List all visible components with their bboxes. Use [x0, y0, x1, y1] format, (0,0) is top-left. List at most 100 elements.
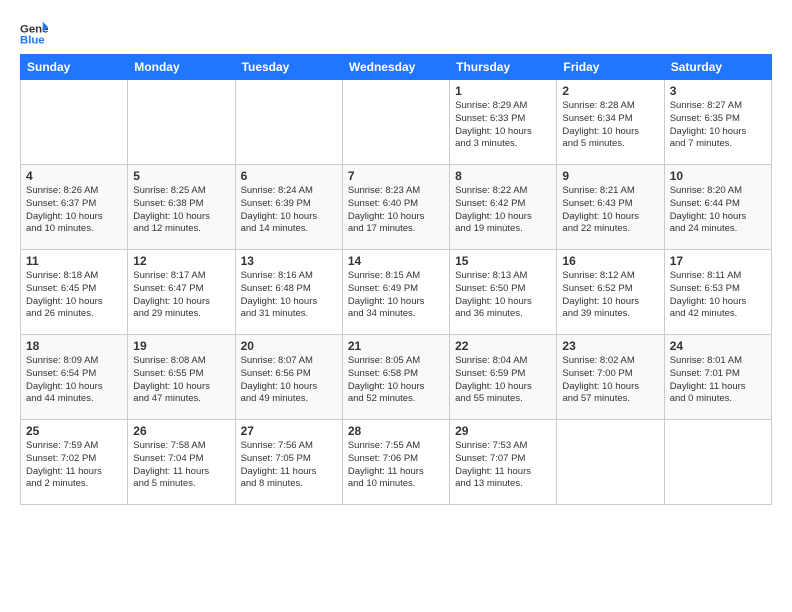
day-number: 20 [241, 339, 337, 353]
calendar-cell: 14 Sunrise: 8:15 AMSunset: 6:49 PMDayligh… [342, 250, 449, 335]
day-number: 29 [455, 424, 551, 438]
day-number: 25 [26, 424, 122, 438]
cell-content: Sunrise: 8:01 AMSunset: 7:01 PMDaylight:… [670, 355, 766, 406]
cell-content: Sunrise: 7:53 AMSunset: 7:07 PMDaylight:… [455, 440, 551, 491]
day-number: 3 [670, 84, 766, 98]
calendar-week-3: 11Sunrise: 8:18 AMSunset: 6:45 PMDayligh… [21, 250, 772, 335]
cell-content: Sunrise: 8:23 AMSunset: 6:40 PMDaylight:… [348, 185, 444, 236]
day-number: 21 [348, 339, 444, 353]
calendar-cell: 12 Sunrise: 8:17 AMSunset: 6:47 PMDayligh… [128, 250, 235, 335]
day-number: 9 [562, 169, 658, 183]
calendar-cell: 20 Sunrise: 8:07 AMSunset: 6:56 PMDayligh… [235, 335, 342, 420]
cell-content: Sunrise: 7:59 AMSunset: 7:02 PMDaylight:… [26, 440, 122, 491]
calendar-cell [128, 80, 235, 165]
cell-content: Sunrise: 7:55 AMSunset: 7:06 PMDaylight:… [348, 440, 444, 491]
day-number: 11 [26, 254, 122, 268]
cell-content: Sunrise: 8:21 AMSunset: 6:43 PMDaylight:… [562, 185, 658, 236]
cell-content: Sunrise: 8:25 AMSunset: 6:38 PMDaylight:… [133, 185, 229, 236]
day-number: 17 [670, 254, 766, 268]
cell-content: Sunrise: 8:02 AMSunset: 7:00 PMDaylight:… [562, 355, 658, 406]
day-header-friday: Friday [557, 55, 664, 80]
calendar-cell: 27Sunrise: 7:56 AMSunset: 7:05 PMDayligh… [235, 420, 342, 505]
day-number: 23 [562, 339, 658, 353]
calendar-cell: 6Sunrise: 8:24 AMSunset: 6:39 PMDaylight… [235, 165, 342, 250]
cell-content: Sunrise: 8:11 AMSunset: 6:53 PMDaylight:… [670, 270, 766, 321]
calendar-cell [557, 420, 664, 505]
day-number: 8 [455, 169, 551, 183]
calendar-cell: 23 Sunrise: 8:02 AMSunset: 7:00 PMDayligh… [557, 335, 664, 420]
calendar-cell: 10Sunrise: 8:20 AMSunset: 6:44 PMDayligh… [664, 165, 771, 250]
calendar-cell: 29 Sunrise: 7:53 AMSunset: 7:07 PMDayligh… [450, 420, 557, 505]
calendar-cell [342, 80, 449, 165]
cell-content: Sunrise: 7:56 AMSunset: 7:05 PMDaylight:… [241, 440, 337, 491]
calendar-cell: 3 Sunrise: 8:27 AMSunset: 6:35 PMDaylight… [664, 80, 771, 165]
cell-content: Sunrise: 8:13 AMSunset: 6:50 PMDaylight:… [455, 270, 551, 321]
calendar-cell: 7 Sunrise: 8:23 AMSunset: 6:40 PMDaylight… [342, 165, 449, 250]
day-number: 10 [670, 169, 766, 183]
day-header-tuesday: Tuesday [235, 55, 342, 80]
calendar-cell: 16 Sunrise: 8:12 AMSunset: 6:52 PMDayligh… [557, 250, 664, 335]
day-number: 7 [348, 169, 444, 183]
calendar-week-4: 18 Sunrise: 8:09 AMSunset: 6:54 PMDayligh… [21, 335, 772, 420]
cell-content: Sunrise: 8:28 AMSunset: 6:34 PMDaylight:… [562, 100, 658, 151]
calendar-cell: 21 Sunrise: 8:05 AMSunset: 6:58 PMDayligh… [342, 335, 449, 420]
day-number: 22 [455, 339, 551, 353]
days-header-row: SundayMondayTuesdayWednesdayThursdayFrid… [21, 55, 772, 80]
day-number: 16 [562, 254, 658, 268]
calendar-cell: 1 Sunrise: 8:29 AMSunset: 6:33 PMDaylight… [450, 80, 557, 165]
calendar-week-2: 4Sunrise: 8:26 AMSunset: 6:37 PMDaylight… [21, 165, 772, 250]
calendar-cell: 28 Sunrise: 7:55 AMSunset: 7:06 PMDayligh… [342, 420, 449, 505]
calendar-cell: 19Sunrise: 8:08 AMSunset: 6:55 PMDayligh… [128, 335, 235, 420]
calendar-cell: 26 Sunrise: 7:58 AMSunset: 7:04 PMDayligh… [128, 420, 235, 505]
calendar-cell: 24 Sunrise: 8:01 AMSunset: 7:01 PMDayligh… [664, 335, 771, 420]
day-number: 12 [133, 254, 229, 268]
cell-content: Sunrise: 8:15 AMSunset: 6:49 PMDaylight:… [348, 270, 444, 321]
cell-content: Sunrise: 8:24 AMSunset: 6:39 PMDaylight:… [241, 185, 337, 236]
day-header-wednesday: Wednesday [342, 55, 449, 80]
svg-text:Blue: Blue [20, 35, 45, 47]
calendar-cell: 11Sunrise: 8:18 AMSunset: 6:45 PMDayligh… [21, 250, 128, 335]
calendar-cell: 25 Sunrise: 7:59 AMSunset: 7:02 PMDayligh… [21, 420, 128, 505]
day-header-thursday: Thursday [450, 55, 557, 80]
day-number: 28 [348, 424, 444, 438]
day-number: 2 [562, 84, 658, 98]
cell-content: Sunrise: 8:05 AMSunset: 6:58 PMDaylight:… [348, 355, 444, 406]
day-number: 1 [455, 84, 551, 98]
cell-content: Sunrise: 8:09 AMSunset: 6:54 PMDaylight:… [26, 355, 122, 406]
cell-content: Sunrise: 8:16 AMSunset: 6:48 PMDaylight:… [241, 270, 337, 321]
cell-content: Sunrise: 8:29 AMSunset: 6:33 PMDaylight:… [455, 100, 551, 151]
cell-content: Sunrise: 7:58 AMSunset: 7:04 PMDaylight:… [133, 440, 229, 491]
calendar-cell: 15 Sunrise: 8:13 AMSunset: 6:50 PMDayligh… [450, 250, 557, 335]
day-number: 19 [133, 339, 229, 353]
day-number: 24 [670, 339, 766, 353]
calendar-cell: 13 Sunrise: 8:16 AMSunset: 6:48 PMDayligh… [235, 250, 342, 335]
cell-content: Sunrise: 8:22 AMSunset: 6:42 PMDaylight:… [455, 185, 551, 236]
calendar-week-5: 25 Sunrise: 7:59 AMSunset: 7:02 PMDayligh… [21, 420, 772, 505]
day-header-monday: Monday [128, 55, 235, 80]
calendar-week-1: 1 Sunrise: 8:29 AMSunset: 6:33 PMDaylight… [21, 80, 772, 165]
calendar-cell: 22 Sunrise: 8:04 AMSunset: 6:59 PMDayligh… [450, 335, 557, 420]
day-number: 26 [133, 424, 229, 438]
day-number: 18 [26, 339, 122, 353]
day-number: 13 [241, 254, 337, 268]
calendar-cell: 5Sunrise: 8:25 AMSunset: 6:38 PMDaylight… [128, 165, 235, 250]
cell-content: Sunrise: 8:04 AMSunset: 6:59 PMDaylight:… [455, 355, 551, 406]
calendar-cell [664, 420, 771, 505]
calendar-cell: 9 Sunrise: 8:21 AMSunset: 6:43 PMDaylight… [557, 165, 664, 250]
calendar-cell [235, 80, 342, 165]
calendar-cell [21, 80, 128, 165]
cell-content: Sunrise: 8:17 AMSunset: 6:47 PMDaylight:… [133, 270, 229, 321]
calendar-table: SundayMondayTuesdayWednesdayThursdayFrid… [20, 54, 772, 505]
cell-content: Sunrise: 8:12 AMSunset: 6:52 PMDaylight:… [562, 270, 658, 321]
cell-content: Sunrise: 8:07 AMSunset: 6:56 PMDaylight:… [241, 355, 337, 406]
day-number: 4 [26, 169, 122, 183]
logo-icon: General Blue [20, 20, 48, 48]
calendar-cell: 2 Sunrise: 8:28 AMSunset: 6:34 PMDaylight… [557, 80, 664, 165]
day-number: 15 [455, 254, 551, 268]
cell-content: Sunrise: 8:27 AMSunset: 6:35 PMDaylight:… [670, 100, 766, 151]
day-header-saturday: Saturday [664, 55, 771, 80]
header: General Blue [20, 16, 772, 48]
calendar-cell: 18 Sunrise: 8:09 AMSunset: 6:54 PMDayligh… [21, 335, 128, 420]
day-number: 14 [348, 254, 444, 268]
day-header-sunday: Sunday [21, 55, 128, 80]
